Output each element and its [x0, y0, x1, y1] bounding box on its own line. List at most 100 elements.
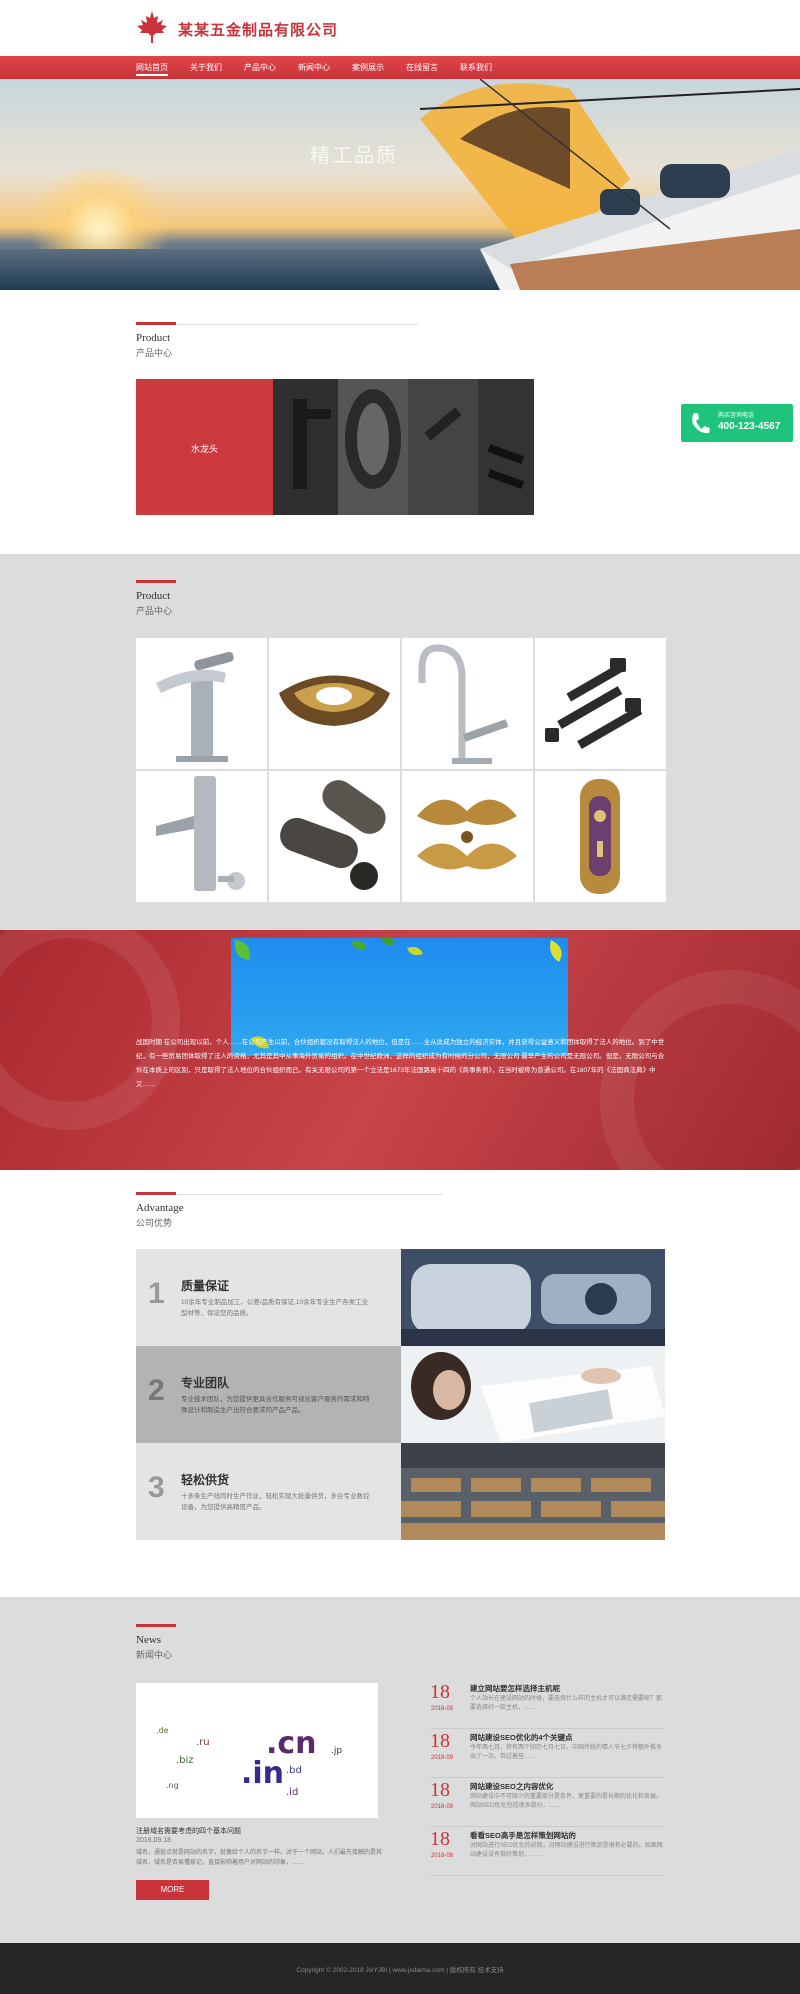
news-item[interactable]: 18 2018-09 建立网站要怎样选择主机呢 个人站长在建设网站的时候，要选择…	[430, 1681, 665, 1729]
svg-text:.de: .de	[156, 1726, 169, 1735]
nav-item[interactable]: 在线留言	[406, 56, 438, 79]
header	[0, 0, 800, 56]
advantage-heading-en: Advantage	[136, 1202, 184, 1214]
advantage-image-3	[401, 1443, 665, 1540]
nav-item[interactable]: 新闻中心	[298, 56, 330, 79]
footer-copyright: Copyright © 2002-2018 JixYJBI | www.jxda…	[296, 1967, 504, 1974]
advantage-desc: 专业技术团队，为您提供更具合作服务可视化客户服务的需求和特殊设计和制造生产出符合…	[181, 1396, 370, 1414]
advantage-image-2	[401, 1346, 665, 1443]
nav-item[interactable]: 联系我们	[460, 56, 492, 79]
news-item[interactable]: 18 2018-09 网站建设SEO优化的4个关键点 今年两七月，将有两个阴历七…	[430, 1730, 665, 1778]
svg-text:.biz: .biz	[176, 1755, 194, 1766]
phone-icon	[692, 413, 710, 434]
about-paragraph: 战国时期 在公司出现以前，个人……在公司产生以前，合伙组织都没有取得法人的地位，…	[136, 1039, 665, 1088]
news-main-date: 2018.09.18	[136, 1837, 172, 1844]
product-bolts[interactable]	[535, 638, 666, 769]
news-heading-cn: 新闻中心	[136, 1650, 173, 1660]
svg-text:.ng: .ng	[166, 1781, 179, 1790]
sailboat-image	[420, 79, 800, 290]
product-faucet[interactable]	[136, 638, 267, 769]
callout-label: 购买咨询电话	[718, 413, 755, 419]
svg-text:.ru: .ru	[196, 1737, 210, 1748]
warehouse-image	[401, 1443, 665, 1540]
svg-text:.id: .id	[286, 1787, 298, 1798]
product-grid-heading-en: Product	[136, 590, 171, 602]
faucet-image	[156, 651, 234, 762]
domain-cloud-image: .cn .in .ru .biz .bd .jp .id .ng .de	[136, 1683, 378, 1818]
section-divider	[176, 324, 418, 325]
advantage-heading-cn: 公司优势	[136, 1218, 173, 1228]
news-day: 18	[430, 1730, 450, 1752]
nav-item[interactable]: 关于我们	[190, 56, 222, 79]
product-grid	[136, 638, 666, 903]
banner-title: 精工品质	[310, 145, 398, 167]
news-item[interactable]: 18 2018-09 看看SEO高手是怎样策划网站的 对网站进行SEO优化的初期…	[430, 1828, 665, 1876]
about-text: 战国时期 在公司出现以前，个人……在公司产生以前，合伙组织都没有取得法人的地位，…	[136, 1036, 665, 1092]
product-sensor-faucet[interactable]	[136, 771, 267, 902]
news-heading-en: News	[136, 1634, 162, 1646]
nav-item[interactable]: 案例展示	[352, 56, 384, 79]
news-desc: 个人站长在建设网站的时候，要选择什么样的主机才可以满足需要呢？那要选择好一款主机…	[470, 1696, 663, 1711]
advantage-number: 3	[148, 1471, 165, 1504]
news-section	[0, 1597, 800, 1943]
advantage-item-3[interactable]: 3 轻松供货 十多条生产线同时生产作业，轻松实现大批量供货，多台专业数控设备，为…	[136, 1443, 401, 1540]
team-meeting-image	[401, 1346, 665, 1443]
nav-item[interactable]: 网站首页	[136, 56, 168, 79]
news-title[interactable]: 网站建设SEO优化的4个关键点	[470, 1732, 573, 1743]
news-main-title[interactable]: 注册域名需要考虑的四个基本问题	[136, 1826, 241, 1836]
gooseneck-faucet-image	[418, 644, 509, 764]
advantage-title: 质量保证	[181, 1279, 230, 1293]
hero-banner: 精工品质	[0, 79, 800, 290]
advantage-item-2[interactable]: 2 专业团队 专业技术团队，为您提供更具合作服务可视化客户服务的需求和特殊设计和…	[136, 1346, 401, 1443]
news-desc: 网站建设中不可缺少的重要部分是条件，更重要的是长期的优化和发展。网站SEO优化包…	[470, 1794, 663, 1809]
product-heading-en: Product	[136, 332, 171, 344]
product-slide-label: 水龙头	[190, 444, 218, 454]
gold-ornament-image	[417, 799, 517, 870]
metal-tubes-image	[280, 780, 386, 890]
gear-decoration	[0, 930, 180, 1130]
news-day: 18	[430, 1779, 450, 1801]
svg-text:.bd: .bd	[286, 1765, 302, 1776]
news-title[interactable]: 建立网站要怎样选择主机呢	[470, 1683, 560, 1694]
news-month: 2018-09	[431, 1853, 454, 1859]
sensor-faucet-image	[156, 776, 245, 891]
advantage-desc: 十多条生产线同时生产作业，轻松实现大批量供货，多台专业数控设备，为您提供高精度产…	[181, 1493, 370, 1511]
product-heading-cn: 产品中心	[136, 348, 173, 358]
news-month: 2018-09	[431, 1706, 454, 1712]
news-day: 18	[430, 1828, 450, 1850]
news-day: 18	[430, 1681, 450, 1703]
news-main-image[interactable]: .cn .in .ru .biz .bd .jp .id .ng .de	[136, 1683, 378, 1818]
advantage-item-1[interactable]: 1 质量保证 10余年专业制品加工，公差/品质有保证,10余年专业生产各类工业型…	[136, 1249, 401, 1346]
advantage-desc: 10余年专业制品加工，公差/品质有保证,10余年专业生产各类工业型材等，保证您的…	[181, 1299, 369, 1317]
product-gold-ornament[interactable]	[402, 771, 533, 902]
section-divider	[176, 1194, 442, 1195]
door-lock-image	[580, 779, 620, 894]
news-title[interactable]: 看看SEO高手是怎样策划网站的	[470, 1830, 576, 1841]
news-item[interactable]: 18 2018-09 网站建设SEO之内容优化 网站建设中不可缺少的重要部分是条…	[430, 1779, 665, 1827]
product-metal-tubes[interactable]	[269, 771, 400, 902]
section-accent-line	[136, 1192, 176, 1195]
product-slide-image[interactable]	[273, 379, 534, 515]
nav-item[interactable]: 产品中心	[244, 56, 276, 79]
news-title[interactable]: 网站建设SEO之内容优化	[470, 1781, 553, 1792]
section-accent-line	[136, 1624, 176, 1627]
advantage-number: 1	[148, 1277, 165, 1310]
ornate-handle-image	[279, 675, 390, 726]
callout-phone[interactable]: 400-123-4567	[718, 421, 780, 432]
advantage-image-1	[401, 1249, 665, 1346]
news-main-desc: 域名，通俗点就是网站的名字，就像给个人的名字一样。对于一个网站，人们最先接触的是…	[136, 1850, 383, 1866]
news-month: 2018-09	[431, 1755, 454, 1761]
product-door-lock[interactable]	[535, 771, 666, 902]
main-nav: 网站首页 关于我们 产品中心 新闻中心 案例展示 在线留言 联系我们	[0, 56, 800, 79]
product-ornate-handle[interactable]	[269, 638, 400, 769]
product-gooseneck-faucet[interactable]	[402, 638, 533, 769]
advantage-title: 轻松供货	[181, 1473, 230, 1487]
maple-leaf-logo-icon[interactable]	[136, 10, 168, 44]
company-name[interactable]: 某某五金制品有限公司	[178, 19, 338, 40]
svg-text:.jp: .jp	[331, 1746, 342, 1756]
product-grid-heading-cn: 产品中心	[136, 606, 173, 616]
advantage-number: 2	[148, 1374, 165, 1407]
more-button[interactable]: MORE	[136, 1880, 209, 1900]
section-accent-line	[136, 322, 176, 325]
advantage-title: 专业团队	[181, 1376, 230, 1390]
